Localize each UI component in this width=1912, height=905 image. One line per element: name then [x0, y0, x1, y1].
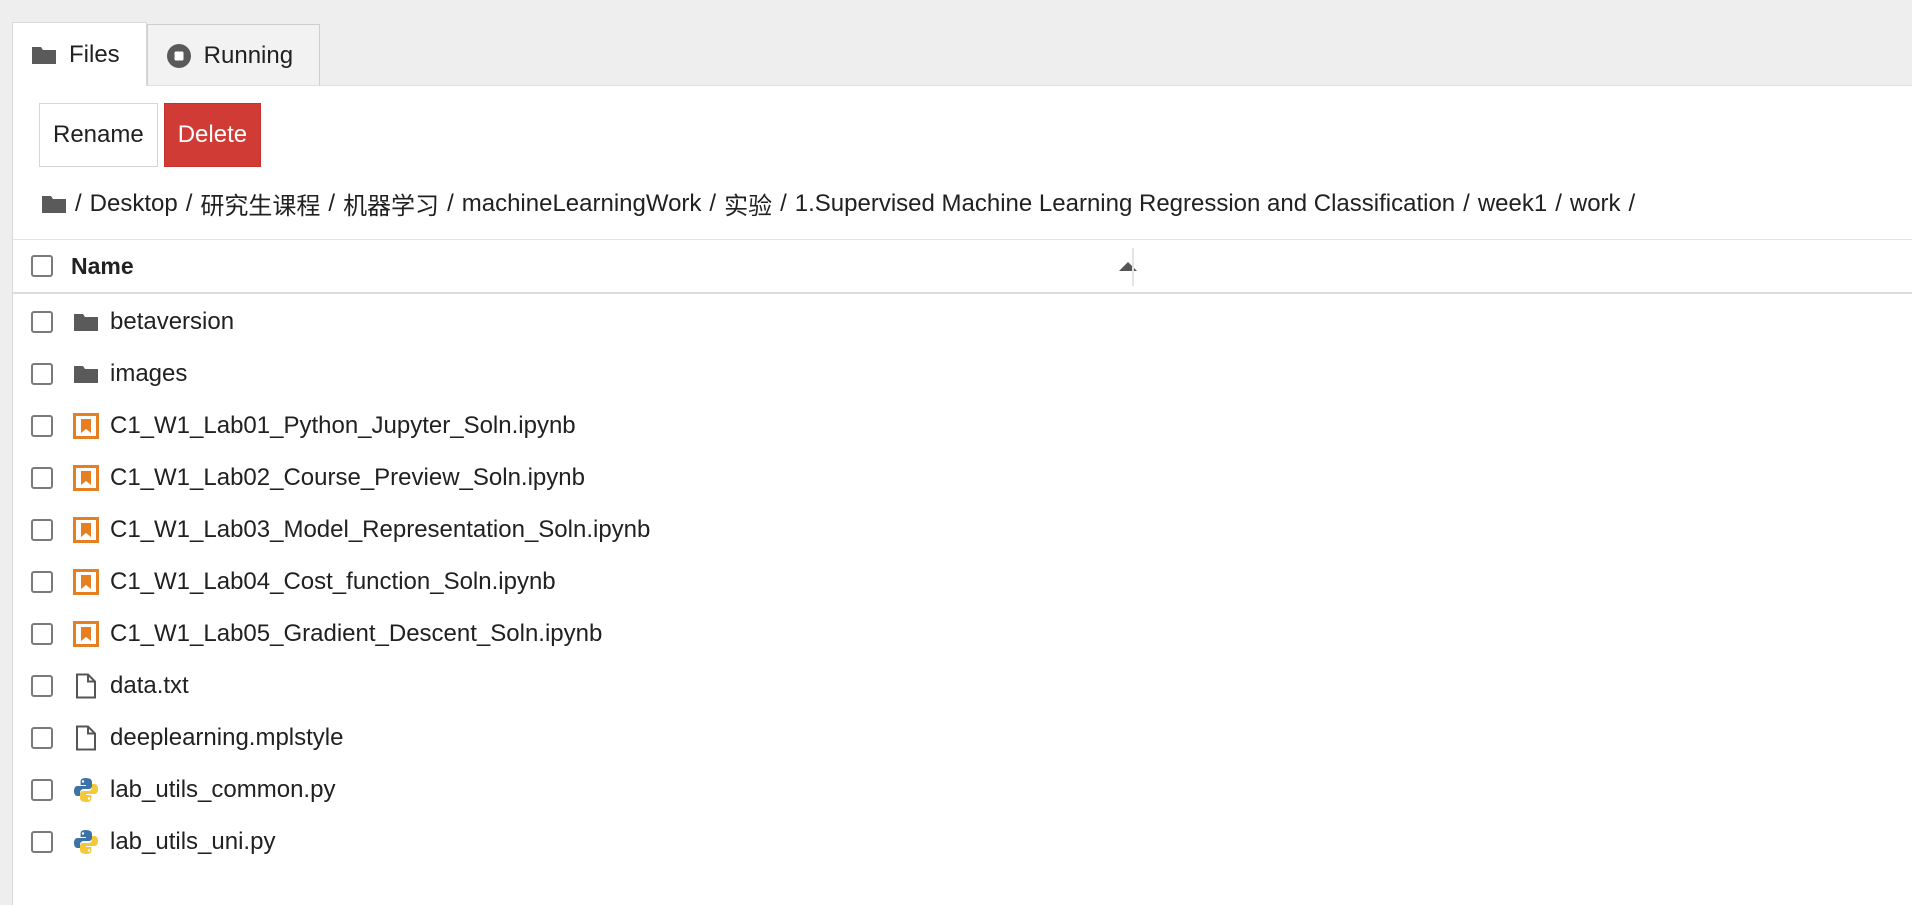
rename-button[interactable]: Rename: [39, 103, 158, 167]
row-checkbox[interactable]: [31, 519, 53, 541]
file-row[interactable]: C1_W1_Lab04_Cost_function_Soln.ipynb: [13, 556, 1912, 608]
file-name[interactable]: C1_W1_Lab04_Cost_function_Soln.ipynb: [110, 568, 556, 596]
row-checkbox[interactable]: [31, 675, 53, 697]
file-row[interactable]: C1_W1_Lab05_Gradient_Descent_Soln.ipynb: [13, 608, 1912, 660]
notebook-icon: [72, 464, 100, 492]
stop-circle-icon: [166, 43, 192, 69]
file-row[interactable]: data.txt: [13, 660, 1912, 712]
notebook-icon: [72, 412, 100, 440]
file-row[interactable]: lab_utils_uni.py: [13, 816, 1912, 868]
tab-running-label: Running: [203, 41, 294, 69]
breadcrumb-item[interactable]: 实验: [724, 186, 772, 221]
file-browser-panel: Rename Delete / Desktop / 研究生课程 / 机器学习 /…: [12, 85, 1912, 905]
breadcrumb-separator: /: [1628, 189, 1636, 217]
file-name[interactable]: lab_utils_common.py: [110, 776, 335, 804]
folder-icon: [72, 308, 100, 336]
file-row[interactable]: C1_W1_Lab02_Course_Preview_Soln.ipynb: [13, 452, 1912, 504]
breadcrumb-item[interactable]: Desktop: [90, 190, 178, 218]
breadcrumb-item[interactable]: week1: [1478, 190, 1547, 218]
file-icon: [72, 672, 100, 700]
file-row[interactable]: deeplearning.mplstyle: [13, 712, 1912, 764]
file-row[interactable]: C1_W1_Lab01_Python_Jupyter_Soln.ipynb: [13, 400, 1912, 452]
folder-icon: [31, 45, 57, 65]
file-name[interactable]: data.txt: [110, 672, 189, 700]
tab-bar: Files Running: [12, 22, 321, 86]
row-checkbox[interactable]: [31, 311, 53, 333]
tab-running[interactable]: Running: [146, 24, 321, 86]
tab-files[interactable]: Files: [12, 22, 147, 86]
column-divider[interactable]: [1132, 248, 1134, 286]
breadcrumb-separator: /: [1463, 189, 1470, 217]
name-column-header[interactable]: Name: [71, 253, 1111, 280]
file-name[interactable]: C1_W1_Lab01_Python_Jupyter_Soln.ipynb: [110, 412, 576, 440]
breadcrumb-item[interactable]: machineLearningWork: [462, 190, 702, 218]
file-name[interactable]: C1_W1_Lab03_Model_Representation_Soln.ip…: [110, 516, 650, 544]
file-icon: [72, 724, 100, 752]
row-checkbox[interactable]: [31, 571, 53, 593]
python-icon: [72, 776, 100, 804]
breadcrumb-item[interactable]: 研究生课程: [200, 186, 320, 221]
file-row[interactable]: betaversion: [13, 296, 1912, 348]
file-row[interactable]: images: [13, 348, 1912, 400]
folder-icon: [72, 360, 100, 388]
file-name[interactable]: lab_utils_uni.py: [110, 828, 275, 856]
notebook-icon: [72, 516, 100, 544]
tab-files-label: Files: [69, 40, 120, 68]
row-checkbox[interactable]: [31, 363, 53, 385]
breadcrumb-separator: /: [709, 189, 717, 217]
delete-button[interactable]: Delete: [163, 103, 262, 167]
file-list: betaversion images C1_W1_Lab01_Python_Jupy…: [13, 296, 1912, 868]
row-checkbox[interactable]: [31, 727, 53, 749]
file-row[interactable]: lab_utils_common.py: [13, 764, 1912, 816]
file-name[interactable]: betaversion: [110, 308, 234, 336]
breadcrumb-item[interactable]: 机器学习: [343, 186, 439, 221]
file-name[interactable]: C1_W1_Lab05_Gradient_Descent_Soln.ipynb: [110, 620, 602, 648]
sort-ascending-icon[interactable]: [1119, 261, 1137, 271]
row-checkbox[interactable]: [31, 467, 53, 489]
row-checkbox[interactable]: [31, 779, 53, 801]
row-checkbox[interactable]: [31, 831, 53, 853]
listing-header: Name: [13, 239, 1912, 294]
breadcrumb-item[interactable]: work: [1570, 190, 1621, 218]
file-name[interactable]: images: [110, 360, 187, 388]
file-name[interactable]: deeplearning.mplstyle: [110, 724, 343, 752]
python-icon: [72, 828, 100, 856]
notebook-icon: [72, 620, 100, 648]
row-checkbox[interactable]: [31, 415, 53, 437]
notebook-icon: [72, 568, 100, 596]
breadcrumb-separator: /: [780, 189, 787, 217]
breadcrumb: / Desktop / 研究生课程 / 机器学习 / machineLearni…: [41, 186, 1635, 221]
select-all-checkbox[interactable]: [31, 255, 53, 277]
breadcrumb-separator: /: [447, 189, 454, 217]
row-checkbox[interactable]: [31, 623, 53, 645]
file-name[interactable]: C1_W1_Lab02_Course_Preview_Soln.ipynb: [110, 464, 585, 492]
breadcrumb-separator: /: [328, 189, 336, 217]
folder-icon[interactable]: [41, 194, 67, 214]
breadcrumb-item[interactable]: 1.Supervised Machine Learning Regression…: [795, 190, 1455, 218]
breadcrumb-separator: /: [185, 189, 193, 217]
breadcrumb-separator: /: [75, 189, 82, 217]
file-row[interactable]: C1_W1_Lab03_Model_Representation_Soln.ip…: [13, 504, 1912, 556]
breadcrumb-separator: /: [1555, 189, 1562, 217]
file-toolbar: Rename Delete: [39, 103, 262, 167]
